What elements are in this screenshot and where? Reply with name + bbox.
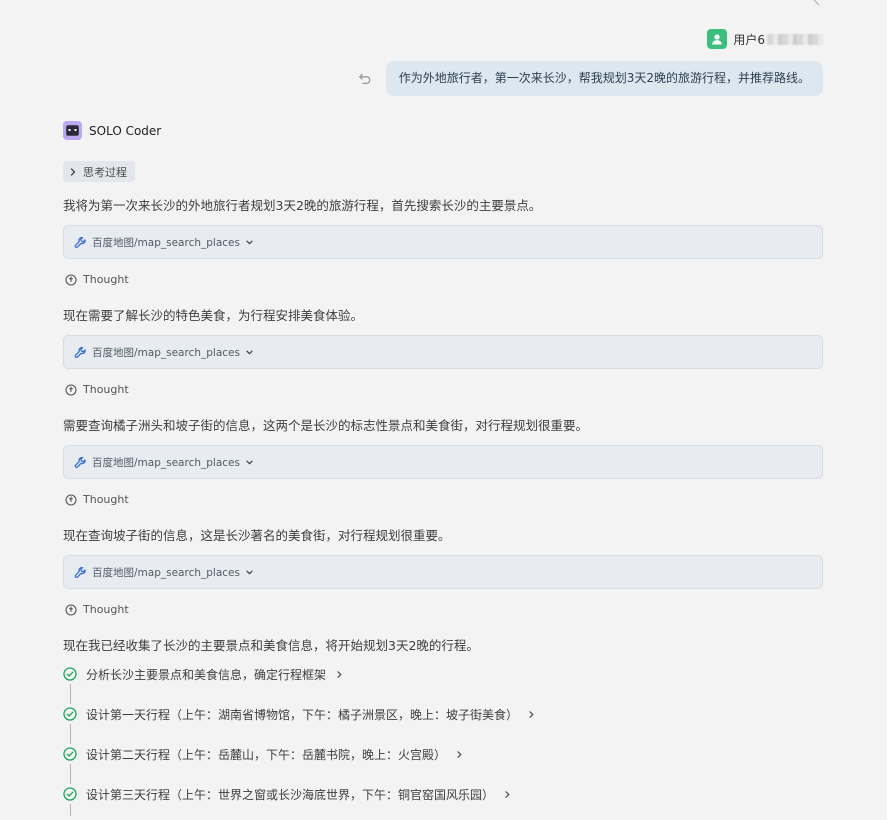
chevron-down-icon bbox=[246, 570, 253, 574]
user-header: 用户6 bbox=[707, 29, 823, 49]
tool-call-card[interactable]: 百度地图/map_search_places bbox=[63, 225, 823, 259]
tool-call-card[interactable]: 百度地图/map_search_places bbox=[63, 335, 823, 369]
tool-call-name: 百度地图/map_search_places bbox=[92, 456, 240, 469]
chevron-right-icon[interactable] bbox=[335, 670, 344, 679]
tool-call-card[interactable]: 百度地图/map_search_places bbox=[63, 555, 823, 589]
chevron-right-icon bbox=[70, 167, 76, 176]
thought-label: Thought bbox=[65, 273, 129, 286]
tool-call-header[interactable]: 百度地图/map_search_places bbox=[74, 345, 254, 360]
agent-name: SOLO Coder bbox=[89, 123, 162, 138]
task-step[interactable]: 设计第一天行程（上午：湖南省博物馆，下午：橘子洲景区，晚上：坡子街美食） bbox=[63, 704, 536, 724]
thinking-process-toggle[interactable]: 思考过程 bbox=[63, 161, 135, 182]
agent-logo-icon bbox=[63, 121, 82, 140]
redacted-mask bbox=[767, 33, 823, 45]
assistant-text: 现在需要了解长沙的特色美食，为行程安排美食体验。 bbox=[63, 308, 364, 323]
tool-call-header[interactable]: 百度地图/map_search_places bbox=[74, 235, 254, 250]
task-step[interactable]: 分析长沙主要景点和美食信息，确定行程框架 bbox=[63, 664, 536, 684]
step-connector bbox=[70, 764, 71, 784]
task-step-list: 分析长沙主要景点和美食信息，确定行程框架 设计第一天行程（上午：湖南省博物馆，下… bbox=[63, 664, 536, 816]
bulb-icon bbox=[65, 493, 77, 506]
step-connector bbox=[70, 804, 71, 816]
agent-header: SOLO Coder bbox=[63, 121, 161, 140]
user-name: 用户6 bbox=[733, 31, 823, 48]
check-circle-icon bbox=[63, 747, 77, 761]
chevron-right-icon[interactable] bbox=[527, 710, 536, 719]
assistant-text: 现在我已经收集了长沙的主要景点和美食信息，将开始规划3天2晚的行程。 bbox=[63, 638, 479, 653]
task-step-label: 设计第三天行程（上午：世界之窗或长沙海底世界，下午：铜官窑国风乐园） bbox=[86, 787, 495, 802]
task-step[interactable]: 设计第二天行程（上午：岳麓山，下午：岳麓书院，晚上：火宫殿） bbox=[63, 744, 536, 764]
step-connector bbox=[70, 724, 71, 744]
thought-label: Thought bbox=[65, 603, 129, 616]
tool-call-card[interactable]: 百度地图/map_search_places bbox=[63, 445, 823, 479]
thought-label: Thought bbox=[65, 493, 129, 506]
assistant-text: 需要查询橘子洲头和坡子街的信息，这两个是长沙的标志性景点和美食街，对行程规划很重… bbox=[63, 418, 589, 433]
bulb-icon bbox=[65, 273, 77, 286]
chevron-down-icon bbox=[246, 240, 253, 244]
wrench-icon bbox=[74, 456, 86, 468]
undo-icon[interactable] bbox=[356, 70, 374, 88]
user-avatar-icon bbox=[707, 29, 728, 49]
chevron-down-icon bbox=[246, 460, 253, 464]
task-step-label: 设计第一天行程（上午：湖南省博物馆，下午：橘子洲景区，晚上：坡子街美食） bbox=[86, 707, 519, 722]
chevron-right-icon[interactable] bbox=[503, 790, 512, 799]
thinking-process-label: 思考过程 bbox=[83, 165, 127, 179]
thought-label: Thought bbox=[65, 383, 129, 396]
user-message-row: 作为外地旅行者，第一次来长沙，帮我规划3天2晚的旅游行程，并推荐路线。 bbox=[356, 61, 823, 96]
bulb-icon bbox=[65, 603, 77, 616]
tool-call-name: 百度地图/map_search_places bbox=[92, 346, 240, 359]
check-circle-icon bbox=[63, 787, 77, 801]
tool-call-header[interactable]: 百度地图/map_search_places bbox=[74, 565, 254, 580]
tool-call-name: 百度地图/map_search_places bbox=[92, 236, 240, 249]
assistant-text: 我将为第一次来长沙的外地旅行者规划3天2晚的旅游行程，首先搜索长沙的主要景点。 bbox=[63, 198, 542, 213]
chevron-down-icon bbox=[246, 350, 253, 354]
tool-call-name: 百度地图/map_search_places bbox=[92, 566, 240, 579]
wrench-icon bbox=[74, 346, 86, 358]
task-step-label: 设计第二天行程（上午：岳麓山，下午：岳麓书院，晚上：火宫殿） bbox=[86, 747, 447, 762]
bulb-icon bbox=[65, 383, 77, 396]
wrench-icon bbox=[74, 566, 86, 578]
step-connector bbox=[70, 684, 71, 704]
assistant-text: 现在查询坡子街的信息，这是长沙著名的美食街，对行程规划很重要。 bbox=[63, 528, 451, 543]
user-message-bubble: 作为外地旅行者，第一次来长沙，帮我规划3天2晚的旅游行程，并推荐路线。 bbox=[385, 61, 823, 96]
check-circle-icon bbox=[63, 667, 77, 681]
chevron-right-icon[interactable] bbox=[455, 750, 464, 759]
wrench-icon bbox=[74, 236, 86, 248]
check-circle-icon bbox=[63, 707, 77, 721]
task-step[interactable]: 设计第三天行程（上午：世界之窗或长沙海底世界，下午：铜官窑国风乐园） bbox=[63, 784, 536, 804]
tool-call-header[interactable]: 百度地图/map_search_places bbox=[74, 455, 254, 470]
scroll-hint-icon bbox=[813, 0, 820, 6]
task-step-label: 分析长沙主要景点和美食信息，确定行程框架 bbox=[86, 667, 327, 682]
